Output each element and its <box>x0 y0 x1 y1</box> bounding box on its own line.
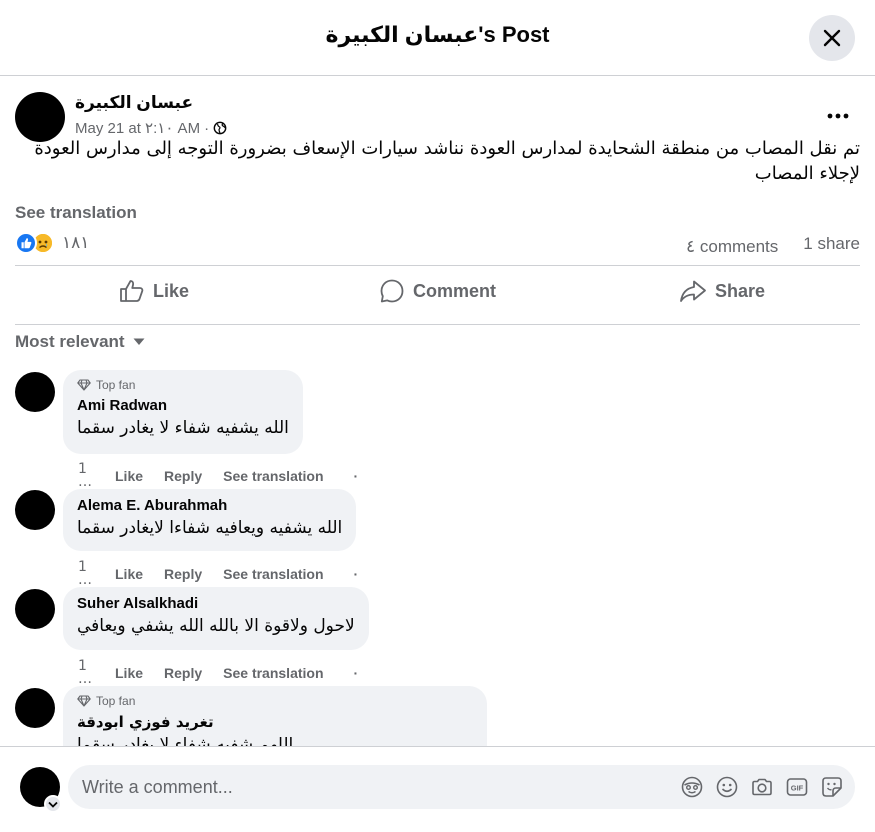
avatar-emoji-icon <box>681 776 703 798</box>
comments-count-link[interactable]: ٤ comments <box>686 234 781 259</box>
comment-avatar[interactable] <box>15 688 55 728</box>
emoji-button[interactable] <box>716 776 738 798</box>
comment-text: الله يشفيه ويعافيه شفاءا لايغادر سقما <box>77 518 343 538</box>
comment-author[interactable]: Alema E. Aburahmah <box>77 497 342 514</box>
comment-bubble: Top fan تغريد فوزي ابودقة اللهم شفيه شفا… <box>63 686 487 746</box>
sticker-button[interactable] <box>821 776 843 798</box>
like-button-label: Like <box>153 280 190 301</box>
comment-actions: 1 … Like Reply See translation · <box>78 560 359 587</box>
comment-reply-button[interactable]: Reply <box>164 468 202 484</box>
top-fan-badge: Top fan <box>77 378 289 392</box>
gif-button[interactable]: GIF <box>786 776 808 798</box>
comment-avatar[interactable] <box>15 589 55 629</box>
top-fan-badge: Top fan <box>77 694 473 708</box>
diamond-icon <box>77 695 91 707</box>
comment-sort-dropdown[interactable]: Most relevant <box>15 332 145 352</box>
dialog-title: عبسان الكبيرة's Post <box>325 22 550 47</box>
comment-separator: · <box>353 468 359 484</box>
comment-button[interactable]: Comment <box>379 272 496 310</box>
comment-see-translation-link[interactable]: See translation <box>223 566 323 582</box>
comment-avatar[interactable] <box>15 490 55 530</box>
comment-text: الله يشفيه شفاء لا يغادر سقما <box>77 418 289 438</box>
comment-time[interactable]: 1 … <box>78 659 94 686</box>
post-date[interactable]: May 21 at ٢:١٠ AM <box>75 119 200 137</box>
reactions-divider <box>15 265 860 266</box>
share-button-label: Share <box>715 280 766 301</box>
top-fan-label: Top fan <box>96 378 136 392</box>
actions-divider <box>15 324 860 325</box>
comment-author[interactable]: Suher Alsalkhadi <box>77 595 355 612</box>
camera-icon <box>752 778 772 796</box>
avatar-sticker-button[interactable] <box>681 776 703 798</box>
post-scroll-area[interactable]: عبسان الكبيرة May 21 at ٢:١٠ AM · تم نقل… <box>0 76 875 746</box>
photo-button[interactable] <box>751 776 773 798</box>
sort-label: Most relevant <box>15 332 125 351</box>
diamond-icon <box>77 379 91 391</box>
comment-like-button[interactable]: Like <box>115 566 143 582</box>
comment-author[interactable]: تغريد فوزي ابودقة <box>77 713 473 731</box>
close-icon <box>823 29 841 47</box>
comment-separator: · <box>353 665 359 681</box>
comment-actions: 1 … Like Reply See translation · <box>78 462 359 489</box>
comment-reply-button[interactable]: Reply <box>164 665 202 681</box>
more-icon <box>827 113 849 119</box>
account-switcher-button[interactable] <box>44 795 62 813</box>
comment-button-label: Comment <box>413 280 497 301</box>
post-author-avatar[interactable] <box>15 92 65 142</box>
comment-time[interactable]: 1 … <box>78 560 94 587</box>
post-text: تم نقل المصاب من منطقة الشحايدة لمدارس ا… <box>34 138 860 184</box>
dialog-header: عبسان الكبيرة's Post <box>0 0 875 76</box>
comment-separator: · <box>353 566 359 582</box>
comment-author[interactable]: Ami Radwan <box>77 397 289 414</box>
shares-count-link[interactable]: 1 share <box>780 234 860 254</box>
comment-avatar[interactable] <box>15 372 55 412</box>
emoji-icon <box>716 776 738 798</box>
post-meta: May 21 at ٢:١٠ AM · <box>75 119 227 137</box>
comment-text: لاحول ولاقوة الا بالله الله يشفي ويعافي <box>77 616 355 636</box>
globe-icon <box>213 121 227 135</box>
comment-text: اللهم شفيه شفاء لا يغادر سقما <box>77 735 294 746</box>
post-see-translation-link[interactable]: See translation <box>15 203 137 223</box>
post-author-name[interactable]: عبسان الكبيرة <box>75 93 193 113</box>
gif-icon: GIF <box>786 778 808 796</box>
comment-see-translation-link[interactable]: See translation <box>223 665 323 681</box>
comment-like-button[interactable]: Like <box>115 665 143 681</box>
comment-bubble: Top fan Ami Radwan الله يشفيه شفاء لا يغ… <box>63 370 303 454</box>
reactions-summary[interactable]: ١٨١ <box>15 232 89 254</box>
like-icon <box>120 280 144 302</box>
comment-icon <box>380 279 404 303</box>
share-icon <box>680 280 706 302</box>
post-date-separator: · <box>204 119 210 137</box>
comment-time[interactable]: 1 … <box>78 462 94 489</box>
post-more-button[interactable] <box>818 98 858 134</box>
chevron-down-icon <box>48 801 58 808</box>
sticker-icon <box>822 777 842 797</box>
comment-composer[interactable]: GIF <box>68 765 855 809</box>
comment-like-button[interactable]: Like <box>115 468 143 484</box>
comment-composer-bar: GIF <box>0 746 875 832</box>
comment-reply-button[interactable]: Reply <box>164 566 202 582</box>
share-button[interactable]: Share <box>679 272 765 310</box>
close-button[interactable] <box>809 15 855 61</box>
reactions-count: ١٨١ <box>62 233 90 253</box>
comment-actions: 1 … Like Reply See translation · <box>78 659 359 686</box>
top-fan-label: Top fan <box>96 694 136 708</box>
comment-bubble: Alema E. Aburahmah الله يشفيه ويعافيه شف… <box>63 489 357 551</box>
svg-text:GIF: GIF <box>791 784 804 793</box>
comment-bubble: Suher Alsalkhadi لاحول ولاقوة الا بالله … <box>63 587 369 650</box>
like-button[interactable]: Like <box>119 272 189 310</box>
caret-down-icon <box>133 338 145 345</box>
comment-see-translation-link[interactable]: See translation <box>223 468 323 484</box>
comment-input[interactable] <box>82 765 662 809</box>
like-reaction-icon <box>15 232 37 254</box>
composer-tools: GIF <box>681 776 843 798</box>
